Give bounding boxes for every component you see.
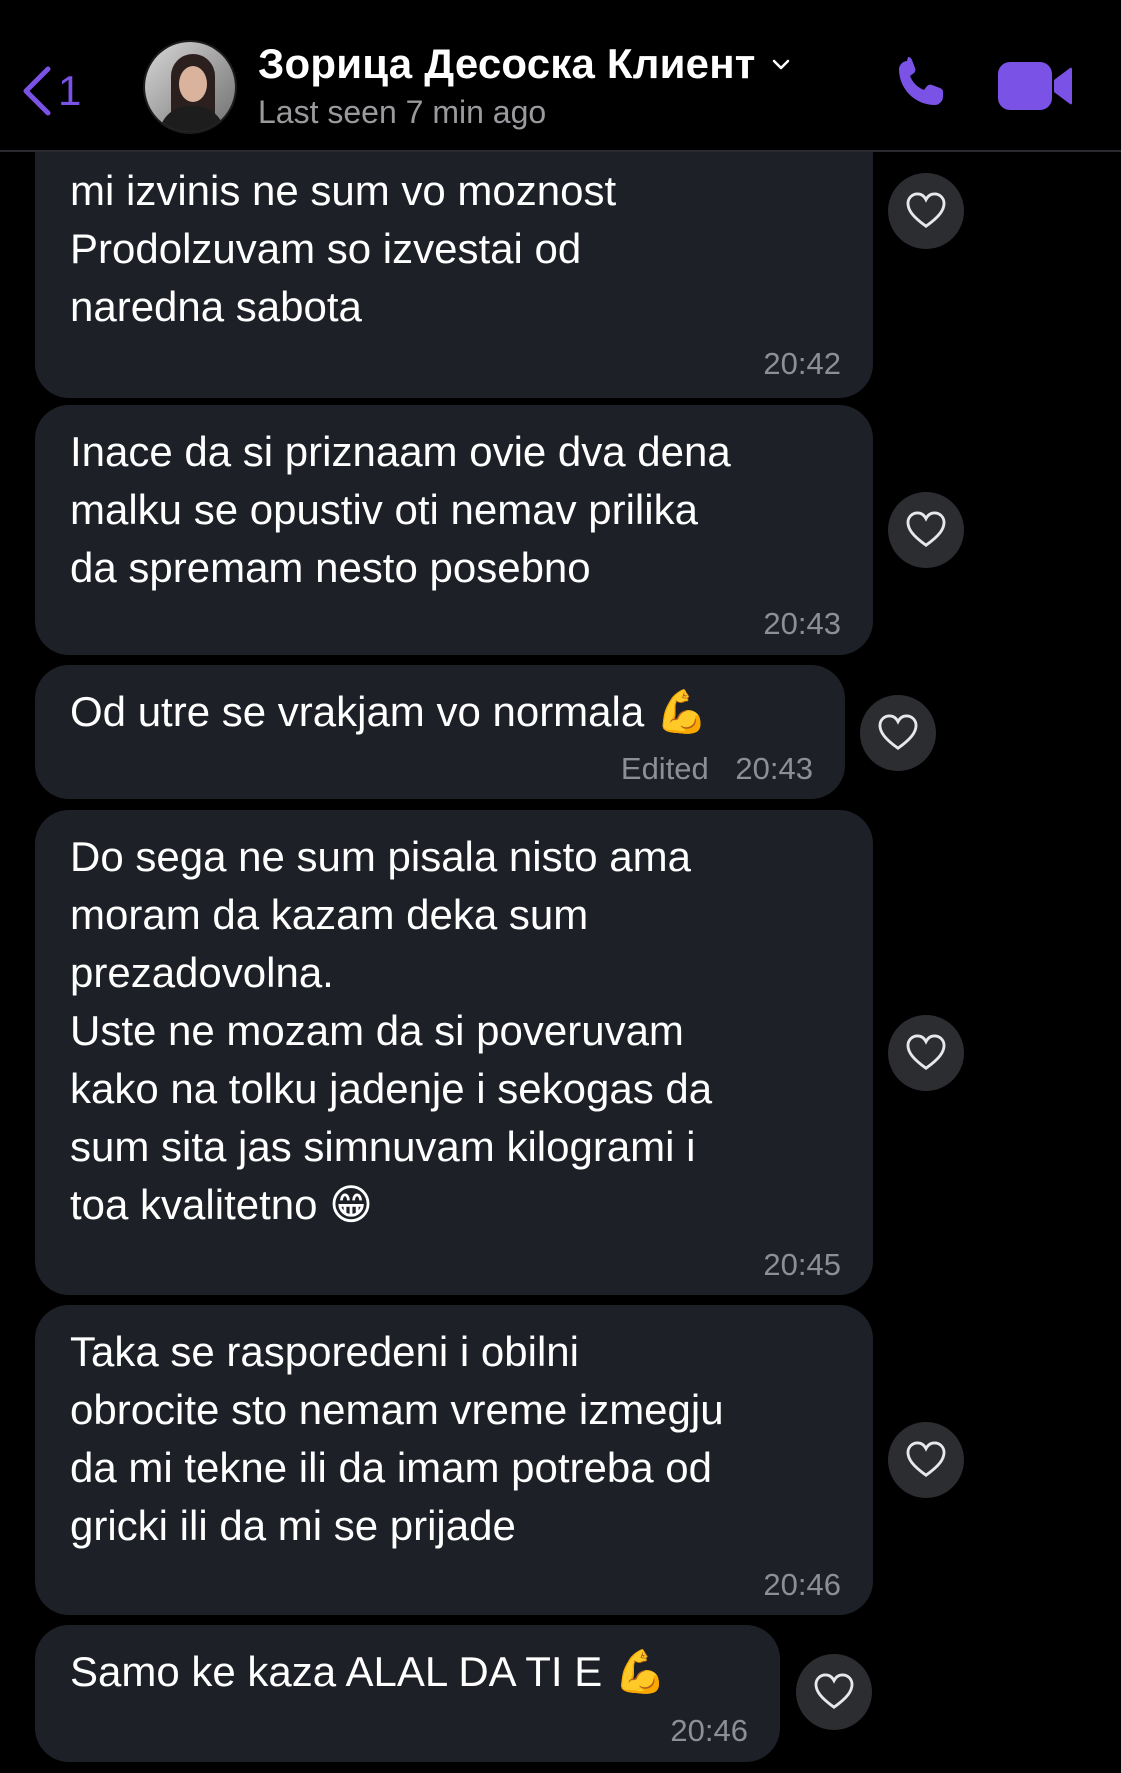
like-button[interactable] (888, 1422, 964, 1498)
message-bubble[interactable]: Od utre se vrakjam vo normala 💪 Edited 2… (35, 665, 845, 799)
heart-icon (814, 1673, 854, 1709)
video-camera-icon[interactable] (996, 58, 1074, 114)
like-button[interactable] (860, 695, 936, 771)
message-meta: Edited 20:43 (621, 751, 813, 787)
chat-header: 1 Зорица Десоска Клиент Last seen 7 min … (0, 0, 1121, 152)
message-bubble[interactable]: Inace da si priznaam ovie dva dena malku… (35, 405, 873, 655)
unread-count: 1 (58, 67, 82, 114)
message-text: Do sega ne sum pisala nisto ama moram da… (70, 833, 713, 1228)
message-meta: 20:42 (763, 346, 841, 382)
message-time: 20:45 (763, 1247, 841, 1282)
message-meta: 20:45 (763, 1247, 841, 1283)
message-text: Samo ke kaza ALAL DA TI E 💪 (70, 1648, 667, 1695)
like-button[interactable] (888, 173, 964, 249)
message-bubble[interactable]: Taka se rasporedeni i obilni obrocite st… (35, 1305, 873, 1615)
message-bubble[interactable]: Samo ke kaza ALAL DA TI E 💪 20:46 (35, 1625, 780, 1762)
contact-name-row[interactable]: Зорица Десоска Клиент (258, 40, 792, 88)
chevron-down-icon (772, 59, 789, 70)
message-bubble[interactable]: mi izvinis ne sum vo moznost Prodolzuvam… (35, 120, 873, 398)
message-time: 20:43 (763, 606, 841, 641)
contact-info[interactable]: Зорица Десоска Клиент Last seen 7 min ag… (258, 40, 792, 131)
message-meta: 20:46 (670, 1713, 748, 1749)
avatar[interactable] (145, 42, 235, 132)
message-text: Od utre se vrakjam vo normala 💪 (70, 688, 709, 735)
message-time: 20:43 (735, 751, 813, 786)
message-time: 20:46 (763, 1567, 841, 1602)
like-button[interactable] (796, 1654, 872, 1730)
contact-name: Зорица Десоска Клиент (258, 40, 756, 87)
phone-icon[interactable] (893, 55, 949, 111)
message-meta: 20:46 (763, 1567, 841, 1603)
message-meta: 20:43 (763, 606, 841, 642)
message-text: mi izvinis ne sum vo moznost Prodolzuvam… (70, 167, 617, 330)
message-text: Inace da si priznaam ovie dva dena malku… (70, 428, 731, 591)
back-button[interactable]: 1 (18, 58, 81, 124)
back-chevron-icon (23, 66, 51, 116)
heart-icon (906, 192, 946, 228)
like-button[interactable] (888, 1015, 964, 1091)
heart-icon (906, 511, 946, 547)
heart-icon (906, 1034, 946, 1070)
message-time: 20:46 (670, 1713, 748, 1748)
edited-label: Edited (620, 751, 709, 786)
last-seen-status: Last seen 7 min ago (258, 94, 547, 130)
like-button[interactable] (888, 492, 964, 568)
message-time: 20:42 (763, 346, 841, 381)
heart-icon (906, 1441, 946, 1477)
message-bubble[interactable]: Do sega ne sum pisala nisto ama moram da… (35, 810, 873, 1295)
heart-icon (878, 714, 918, 750)
message-text: Taka se rasporedeni i obilni obrocite st… (70, 1328, 724, 1549)
